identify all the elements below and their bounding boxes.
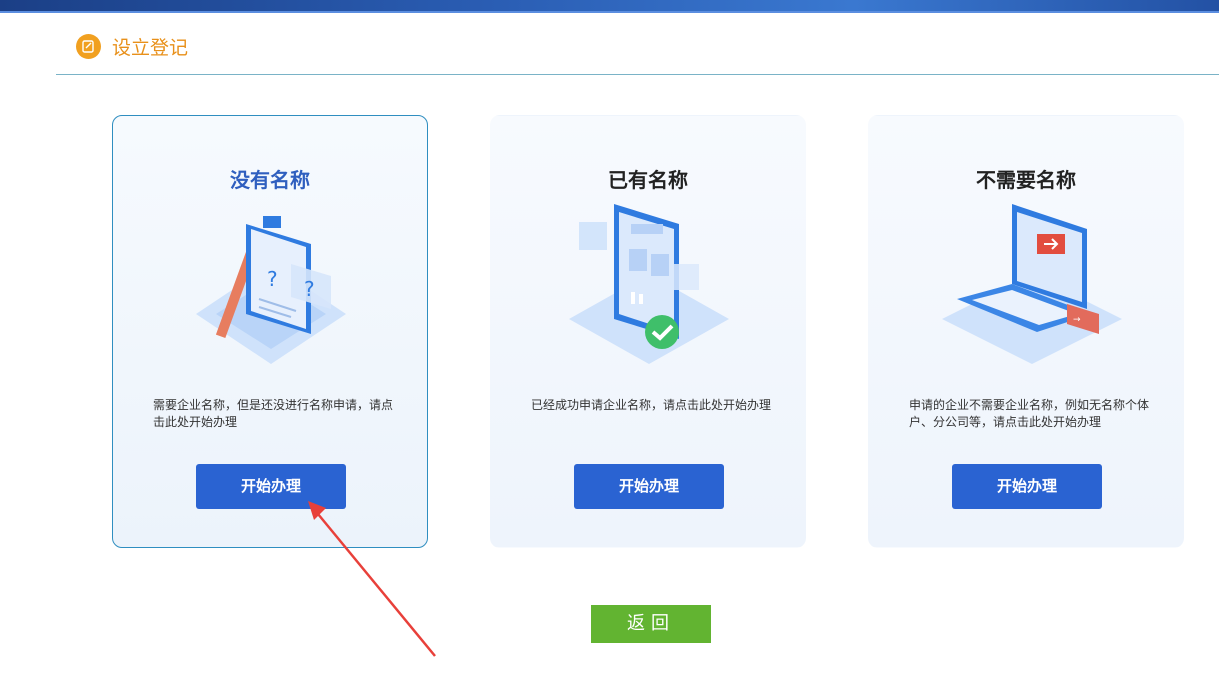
laptop-next-step-icon: →	[927, 204, 1127, 374]
start-button-has-name[interactable]: 开始办理	[574, 464, 724, 509]
svg-text:?: ?	[304, 277, 315, 301]
page-title: 设立登记	[112, 37, 189, 59]
edit-icon	[76, 34, 101, 59]
blank-document-question-icon: ? ?	[171, 204, 371, 374]
card-description: 申请的企业不需要企业名称，例如无名称个体户、分公司等，请点击此处开始办理	[909, 398, 1150, 429]
card-title: 已有名称	[608, 168, 688, 192]
option-card-has-name[interactable]: 已有名称 已经成功申请企业名称，请点击此处开始办理 开始办理	[490, 115, 806, 548]
svg-text:?: ?	[267, 267, 278, 291]
card-title: 不需要名称	[976, 168, 1076, 192]
card-description: 需要企业名称，但是还没进行名称申请，请点击此处开始办理	[153, 398, 394, 429]
option-card-no-name-needed[interactable]: 不需要名称 → 申请的企业不需要企业名称，例如无名称个体户、分公司等，请点击此处…	[868, 115, 1184, 548]
option-card-no-name[interactable]: 没有名称 ? ? 需要企业名称，但是还没进行名称申请，请点击此处开始办理 开始办…	[112, 115, 428, 548]
card-title: 没有名称	[230, 168, 310, 192]
phone-checkmark-icon	[549, 204, 749, 374]
svg-text:→: →	[1073, 315, 1081, 325]
back-button[interactable]: 返回	[591, 605, 711, 643]
top-banner	[0, 0, 1219, 13]
start-button-no-name-needed[interactable]: 开始办理	[952, 464, 1102, 509]
card-description: 已经成功申请企业名称，请点击此处开始办理	[531, 398, 772, 412]
start-button-no-name[interactable]: 开始办理	[196, 464, 346, 509]
section-header: 设立登记	[56, 30, 1219, 75]
